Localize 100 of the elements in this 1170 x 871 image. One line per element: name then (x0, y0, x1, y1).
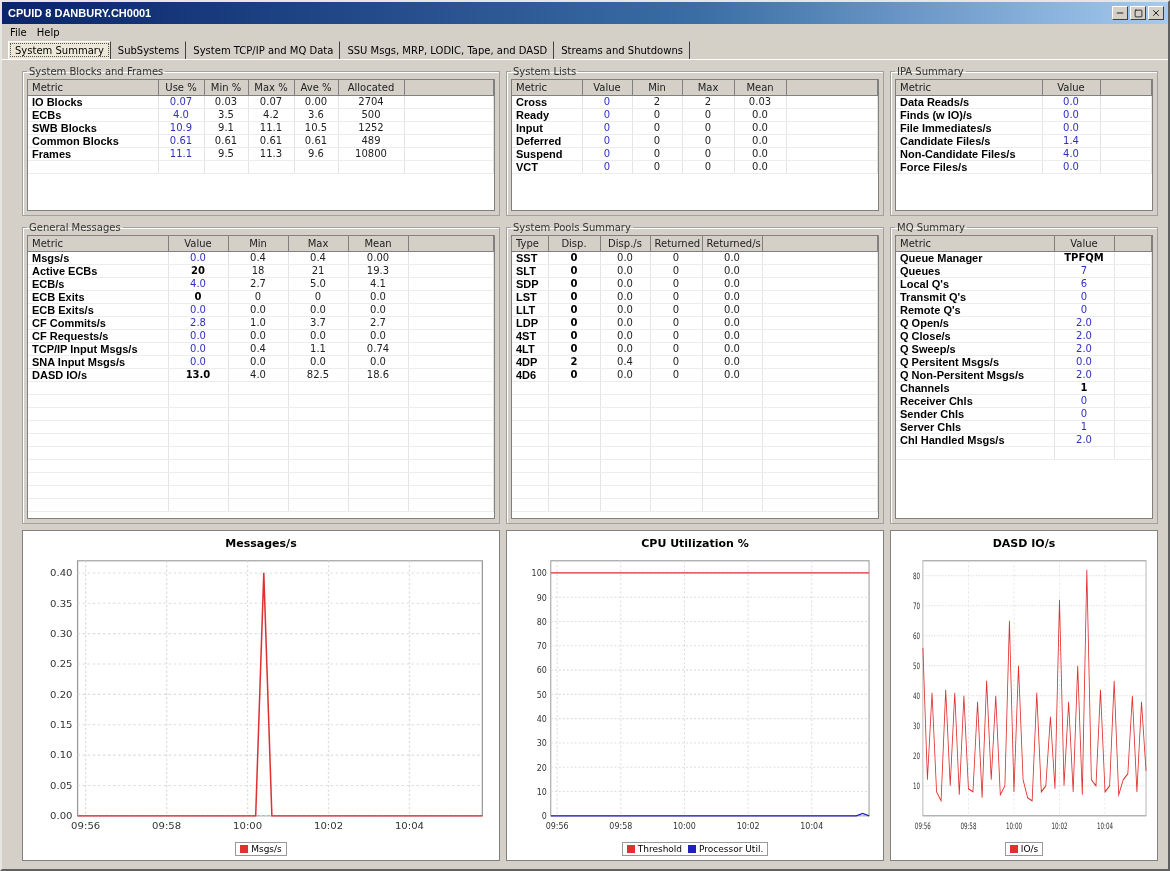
column-header[interactable]: Returned/s (702, 236, 762, 252)
axis-tick-label: 0.15 (50, 719, 73, 730)
column-header[interactable]: Max (288, 236, 348, 252)
table-cell: 2.0 (1054, 433, 1114, 447)
table-cell: ECB Exits (28, 290, 168, 304)
table-cell: 0.0 (168, 355, 228, 369)
axis-tick-label: 0 (541, 810, 547, 822)
axis-tick-label: 90 (536, 592, 547, 603)
column-header[interactable]: Min % (204, 80, 248, 96)
table-cell: 0 (650, 264, 702, 278)
menu-item[interactable]: Help (36, 27, 60, 38)
axis-tick-label: 10:04 (1097, 820, 1114, 832)
table-cell: 0.0 (600, 264, 650, 278)
table-cell: 0.0 (1054, 355, 1114, 369)
column-header[interactable]: Value (1042, 80, 1100, 96)
column-header[interactable]: Min (632, 80, 682, 96)
table-cell: Data Reads/s (896, 95, 1042, 109)
table-cell: 1252 (338, 121, 404, 135)
column-header[interactable]: Ave % (294, 80, 338, 96)
table-cell: LLT (512, 303, 548, 317)
table-cell: 0.00 (348, 251, 408, 265)
column-header[interactable]: Max (682, 80, 734, 96)
table-cell: File Immediates/s (896, 121, 1042, 135)
column-header[interactable]: Value (168, 236, 228, 252)
table-cell: Chl Handled Msgs/s (896, 433, 1054, 447)
column-header[interactable]: Use % (158, 80, 204, 96)
column-header[interactable]: Disp./s (600, 236, 650, 252)
axis-tick-label: 60 (913, 630, 921, 642)
column-header[interactable]: Mean (734, 80, 786, 96)
axis-tick-label: 0.25 (50, 658, 73, 670)
table-cell: 2.7 (348, 316, 408, 330)
column-header[interactable]: Max % (248, 80, 294, 96)
maximize-button[interactable] (1130, 6, 1146, 20)
table-cell: 0 (548, 368, 600, 382)
column-header[interactable]: Returned (650, 236, 702, 252)
table-cell: Q Sweep/s (896, 342, 1054, 356)
column-header[interactable]: Type (512, 236, 548, 252)
column-header[interactable]: Metric (896, 236, 1054, 252)
table-cell: 4.0 (1042, 147, 1100, 161)
table-cell: 0.0 (600, 316, 650, 330)
column-header[interactable]: Metric (28, 80, 158, 96)
axis-tick-label: 10:00 (673, 820, 696, 832)
axis-tick-label: 50 (536, 689, 547, 700)
axis-tick-label: 0.40 (50, 567, 73, 579)
table-cell: 0.0 (734, 121, 786, 135)
table-cell: 1.0 (228, 316, 288, 330)
table-cell: 0.0 (348, 355, 408, 369)
table-cell: 4.2 (248, 108, 294, 122)
table-cell: 0 (632, 134, 682, 148)
axis-tick-label: 09:56 (545, 820, 569, 832)
axis-tick-label: 20 (913, 750, 921, 762)
table-cell: 10800 (338, 147, 404, 161)
column-header[interactable]: Disp. (548, 236, 600, 252)
table-cell: 2.7 (228, 277, 288, 291)
column-header[interactable]: Metric (512, 80, 582, 96)
table-cell: 1.4 (1042, 134, 1100, 148)
menu-item[interactable]: File (10, 27, 27, 38)
table-cell: 0.0 (702, 290, 762, 304)
axis-tick-label: 10:00 (1005, 820, 1022, 832)
close-button[interactable] (1148, 6, 1164, 20)
table-cell: 0.0 (702, 368, 762, 382)
column-header[interactable]: Min (228, 236, 288, 252)
table-cell: SNA Input Msgs/s (28, 355, 168, 369)
table-cell: 0 (548, 264, 600, 278)
minimize-button[interactable] (1112, 6, 1128, 20)
column-header[interactable]: Metric (28, 236, 168, 252)
table-cell: 0.0 (288, 355, 348, 369)
table-cell: 0 (548, 342, 600, 356)
axis-tick-label: 80 (913, 570, 921, 582)
table-cell: 0.61 (158, 134, 204, 148)
table-cell: 0.0 (228, 355, 288, 369)
table-cell: 0 (582, 95, 632, 109)
tab[interactable]: System Summary (8, 41, 111, 59)
table-cell: 0.4 (600, 355, 650, 369)
table-cell: Ready (512, 108, 582, 122)
table-cell: 0 (228, 290, 288, 304)
axis-tick-label: 0.35 (50, 598, 73, 609)
column-header[interactable]: Allocated (338, 80, 404, 96)
column-header[interactable]: Metric (896, 80, 1042, 96)
table-cell: 0 (582, 121, 632, 135)
table-cell: 0.0 (702, 251, 762, 265)
table-cell: LDP (512, 316, 548, 330)
table-cell: 0 (1054, 394, 1114, 408)
table-cell: 0.0 (1042, 121, 1100, 135)
table-cell: 0.0 (348, 290, 408, 304)
table-cell: Q Open/s (896, 316, 1054, 330)
table-cell: 4ST (512, 329, 548, 343)
panel-title: MQ Summary (896, 222, 966, 233)
table-cell: Channels (896, 381, 1054, 395)
table-cell: 0.03 (734, 95, 786, 109)
table-cell: 0.0 (600, 290, 650, 304)
table-cell: Server Chls (896, 420, 1054, 434)
table-cell: Common Blocks (28, 134, 158, 148)
column-header[interactable]: Mean (348, 236, 408, 252)
column-header[interactable]: Value (582, 80, 632, 96)
table-cell: 0 (650, 277, 702, 291)
table-cell: 0 (682, 134, 734, 148)
column-header[interactable]: Value (1054, 236, 1114, 252)
table-cell: Force Files/s (896, 160, 1042, 174)
table-cell: 0.0 (168, 329, 228, 343)
